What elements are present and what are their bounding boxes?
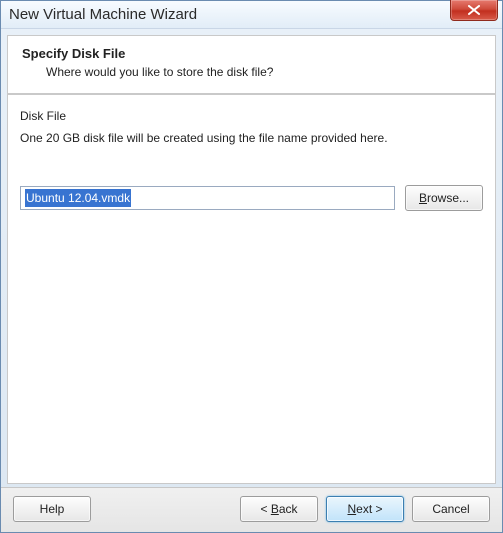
disk-file-input[interactable]: Ubuntu 12.04.vmdk <box>20 186 395 210</box>
wizard-footer: Help < Back Next > Cancel <box>1 487 502 532</box>
next-button[interactable]: Next > <box>326 496 404 522</box>
disk-file-label: Disk File <box>20 109 483 123</box>
help-button[interactable]: Help <box>13 496 91 522</box>
wizard-body: Disk File One 20 GB disk file will be cr… <box>7 94 496 484</box>
back-button[interactable]: < Back <box>240 496 318 522</box>
close-icon <box>468 5 480 15</box>
disk-file-row: Ubuntu 12.04.vmdk Browse... <box>20 185 483 211</box>
page-title: Specify Disk File <box>22 46 481 61</box>
wizard-window: New Virtual Machine Wizard Specify Disk … <box>0 0 503 533</box>
window-title: New Virtual Machine Wizard <box>9 6 197 23</box>
browse-button[interactable]: Browse... <box>405 185 483 211</box>
wizard-header: Specify Disk File Where would you like t… <box>7 35 496 94</box>
close-button[interactable] <box>450 0 498 21</box>
page-subtitle: Where would you like to store the disk f… <box>46 65 481 79</box>
titlebar: New Virtual Machine Wizard <box>1 1 502 29</box>
disk-file-value: Ubuntu 12.04.vmdk <box>25 189 131 207</box>
cancel-button[interactable]: Cancel <box>412 496 490 522</box>
disk-file-description: One 20 GB disk file will be created usin… <box>20 131 483 145</box>
